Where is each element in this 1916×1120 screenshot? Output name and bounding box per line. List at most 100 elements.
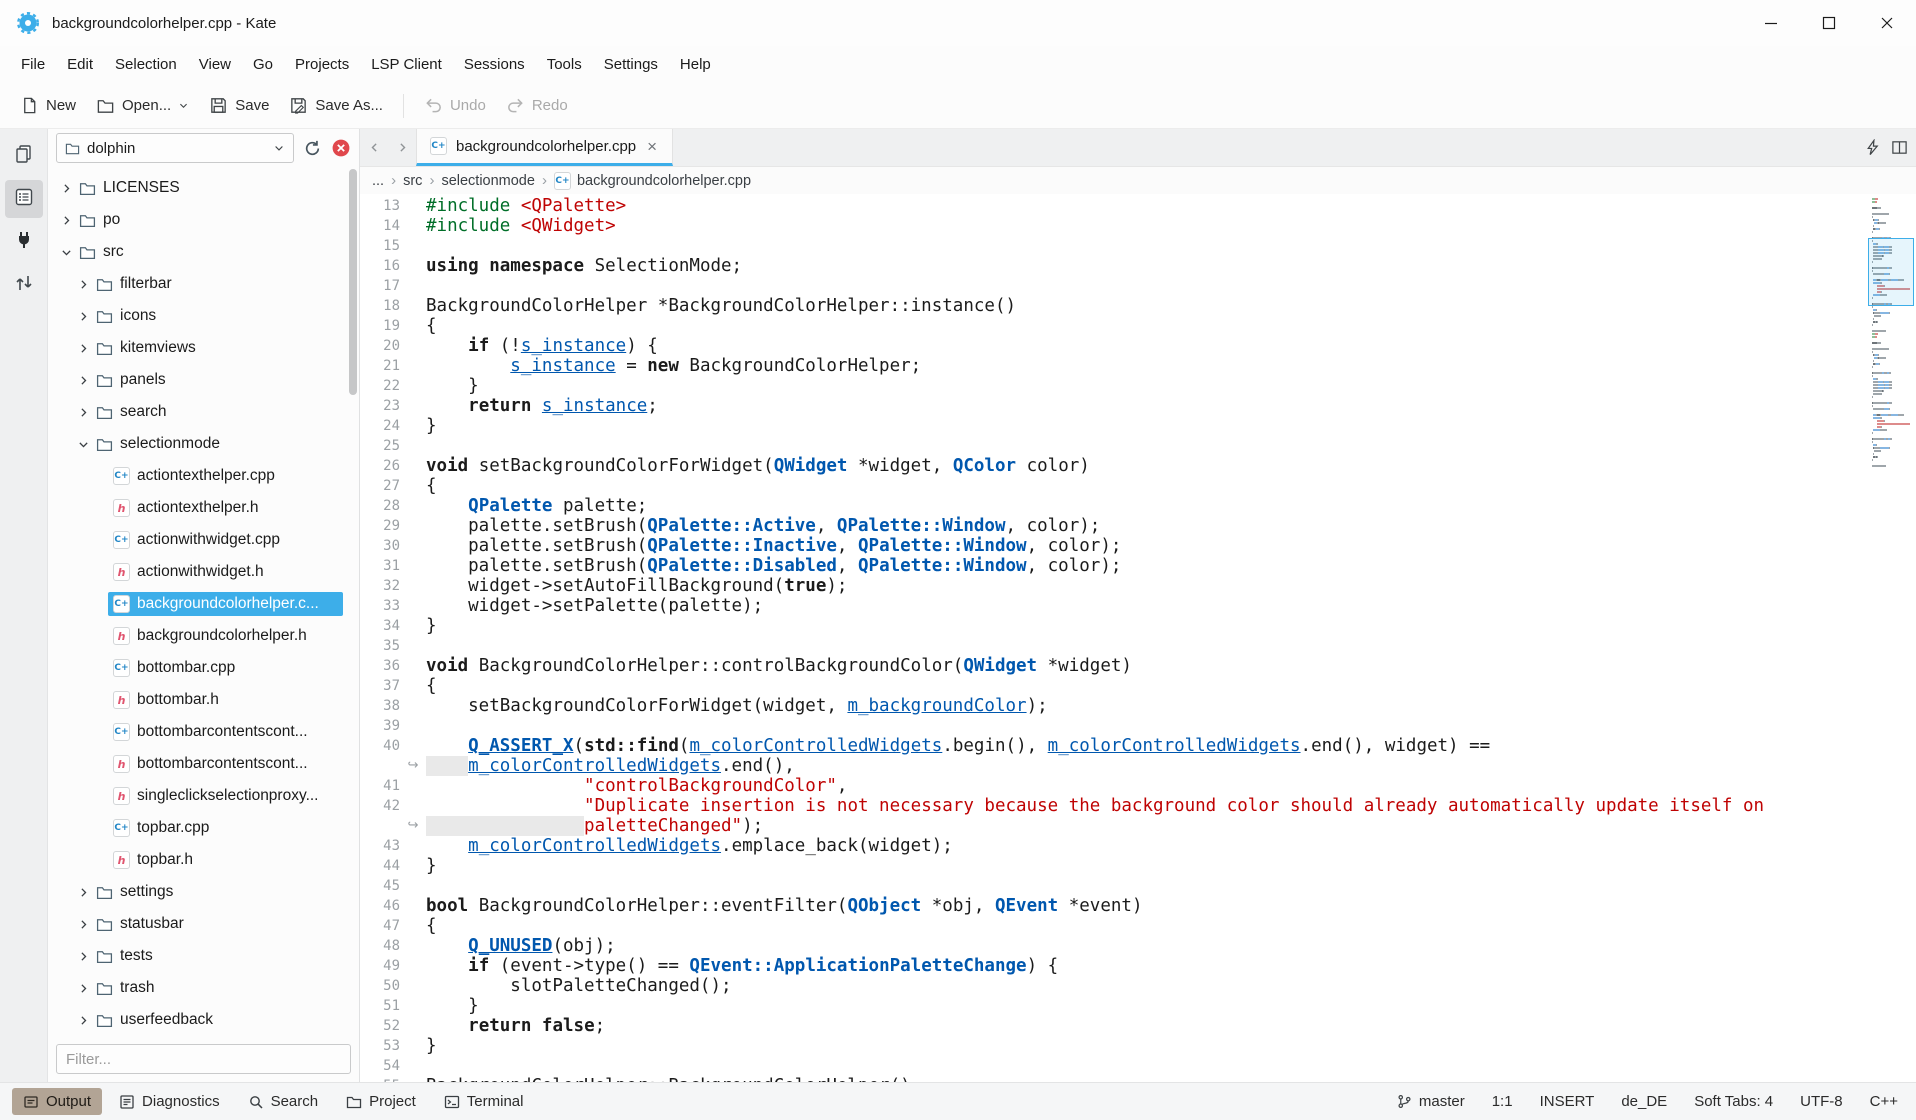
statusbar-output-button[interactable]: Output bbox=[12, 1088, 102, 1115]
tree-item[interactable]: hsingleclickselectionproxy... bbox=[48, 780, 359, 812]
code-line[interactable]: 23 return s_instance; bbox=[360, 396, 1916, 416]
tree-item[interactable]: hactionwithwidget.h bbox=[48, 556, 359, 588]
project-selector[interactable]: dolphin bbox=[56, 133, 294, 163]
menu-item-projects[interactable]: Projects bbox=[284, 50, 360, 79]
statusbar-git-branch[interactable]: master bbox=[1397, 1093, 1465, 1110]
tree-item[interactable]: filterbar bbox=[48, 268, 359, 300]
compare-tool-button[interactable] bbox=[5, 266, 43, 304]
minimize-button[interactable] bbox=[1742, 0, 1800, 46]
code-line[interactable]: 45 bbox=[360, 876, 1916, 896]
breadcrumb-item[interactable]: src bbox=[403, 173, 422, 189]
code-line[interactable]: 18BackgroundColorHelper *BackgroundColor… bbox=[360, 296, 1916, 316]
tree-item[interactable]: userfeedback bbox=[48, 1004, 359, 1036]
menu-item-go[interactable]: Go bbox=[242, 50, 284, 79]
code-line[interactable]: 38 setBackgroundColorForWidget(widget, m… bbox=[360, 696, 1916, 716]
close-button[interactable] bbox=[1858, 0, 1916, 46]
code-line[interactable]: 44} bbox=[360, 856, 1916, 876]
close-project-button[interactable] bbox=[331, 138, 351, 158]
split-view-button[interactable] bbox=[1891, 139, 1908, 156]
code-line[interactable]: 21 s_instance = new BackgroundColorHelpe… bbox=[360, 356, 1916, 376]
code-line[interactable]: 42 "Duplicate insertion is not necessary… bbox=[360, 796, 1916, 816]
code-line[interactable]: 25 bbox=[360, 436, 1916, 456]
code-line[interactable]: 48 Q_UNUSED(obj); bbox=[360, 936, 1916, 956]
statusbar-terminal-button[interactable]: Terminal bbox=[433, 1088, 535, 1115]
tree-item[interactable]: C+actionwithwidget.cpp bbox=[48, 524, 359, 556]
new-button[interactable]: New bbox=[10, 88, 86, 123]
code-line[interactable]: 14#include <QWidget> bbox=[360, 216, 1916, 236]
code-line[interactable]: 16using namespace SelectionMode; bbox=[360, 256, 1916, 276]
tree-scrollbar[interactable] bbox=[349, 169, 357, 395]
project-tool-button[interactable] bbox=[5, 180, 43, 218]
menu-item-lsp-client[interactable]: LSP Client bbox=[360, 50, 453, 79]
statusbar-cursor-position[interactable]: 1:1 bbox=[1492, 1093, 1513, 1110]
breadcrumb-item[interactable]: ... bbox=[372, 173, 384, 189]
menu-item-sessions[interactable]: Sessions bbox=[453, 50, 536, 79]
tree-item[interactable]: panels bbox=[48, 364, 359, 396]
menu-item-help[interactable]: Help bbox=[669, 50, 722, 79]
tree-item[interactable]: hbottombarcontentscont... bbox=[48, 748, 359, 780]
reload-project-button[interactable] bbox=[303, 139, 322, 158]
code-line[interactable]: 37{ bbox=[360, 676, 1916, 696]
code-line[interactable]: 31 palette.setBrush(QPalette::Disabled, … bbox=[360, 556, 1916, 576]
tree-item[interactable]: po bbox=[48, 204, 359, 236]
code-line[interactable]: 22 } bbox=[360, 376, 1916, 396]
code-line[interactable]: 32 widget->setAutoFillBackground(true); bbox=[360, 576, 1916, 596]
tree-item[interactable]: trash bbox=[48, 972, 359, 1004]
code-line[interactable]: 28 QPalette palette; bbox=[360, 496, 1916, 516]
tree-item[interactable]: settings bbox=[48, 876, 359, 908]
tree-item[interactable]: C+bottombarcontentscont... bbox=[48, 716, 359, 748]
tree-item[interactable]: LICENSES bbox=[48, 172, 359, 204]
code-line[interactable]: 49 if (event->type() == QEvent::Applicat… bbox=[360, 956, 1916, 976]
plugin-tool-button[interactable] bbox=[5, 223, 43, 261]
undo-button[interactable]: Undo bbox=[414, 88, 496, 123]
statusbar-project-button[interactable]: Project bbox=[335, 1088, 427, 1115]
statusbar-search-button[interactable]: Search bbox=[237, 1088, 330, 1115]
code-line[interactable]: 41 "controlBackgroundColor", bbox=[360, 776, 1916, 796]
tree-item[interactable]: C+topbar.cpp bbox=[48, 812, 359, 844]
menu-item-selection[interactable]: Selection bbox=[104, 50, 188, 79]
open-button[interactable]: Open... bbox=[86, 88, 199, 123]
tree-item[interactable]: kitemviews bbox=[48, 332, 359, 364]
tree-item[interactable]: search bbox=[48, 396, 359, 428]
save-button[interactable]: Save bbox=[199, 88, 279, 123]
tab-prev-button[interactable] bbox=[360, 129, 388, 166]
minimap-viewport[interactable] bbox=[1868, 238, 1914, 306]
filter-input[interactable] bbox=[56, 1044, 351, 1074]
code-line[interactable]: 19{ bbox=[360, 316, 1916, 336]
save-as-button[interactable]: Save As... bbox=[279, 88, 393, 123]
quick-open-button[interactable] bbox=[1864, 139, 1881, 156]
code-line[interactable]: 50 slotPaletteChanged(); bbox=[360, 976, 1916, 996]
tree-item[interactable]: C+bottombar.cpp bbox=[48, 652, 359, 684]
menu-item-view[interactable]: View bbox=[188, 50, 242, 79]
tab-backgroundcolorhelper[interactable]: C+ backgroundcolorhelper.cpp × bbox=[416, 129, 673, 166]
statusbar-highlight-mode[interactable]: C++ bbox=[1870, 1093, 1898, 1110]
code-line[interactable]: 29 palette.setBrush(QPalette::Active, QP… bbox=[360, 516, 1916, 536]
code-line[interactable]: 13#include <QPalette> bbox=[360, 196, 1916, 216]
code-line[interactable]: 39 bbox=[360, 716, 1916, 736]
tab-next-button[interactable] bbox=[388, 129, 416, 166]
code-line[interactable]: 54 bbox=[360, 1056, 1916, 1076]
tree-item[interactable]: tests bbox=[48, 940, 359, 972]
code-line[interactable]: 33 widget->setPalette(palette); bbox=[360, 596, 1916, 616]
code-line[interactable]: ↪m_colorControlledWidgets.end(), bbox=[360, 756, 1916, 776]
code-line[interactable]: 30 palette.setBrush(QPalette::Inactive, … bbox=[360, 536, 1916, 556]
documents-tool-button[interactable] bbox=[5, 137, 43, 175]
menu-item-edit[interactable]: Edit bbox=[56, 50, 104, 79]
tree-item[interactable]: selectionmode bbox=[48, 428, 359, 460]
code-line[interactable]: 36void BackgroundColorHelper::controlBac… bbox=[360, 656, 1916, 676]
code-line[interactable]: 26void setBackgroundColorForWidget(QWidg… bbox=[360, 456, 1916, 476]
breadcrumb-item[interactable]: selectionmode bbox=[441, 173, 535, 189]
breadcrumb-item[interactable]: C+backgroundcolorhelper.cpp bbox=[554, 172, 751, 190]
tab-close-icon[interactable]: × bbox=[645, 138, 659, 155]
code-line[interactable]: 34} bbox=[360, 616, 1916, 636]
code-line[interactable]: 53} bbox=[360, 1036, 1916, 1056]
statusbar-diagnostics-button[interactable]: Diagnostics bbox=[108, 1088, 231, 1115]
code-line[interactable]: 51 } bbox=[360, 996, 1916, 1016]
code-line[interactable]: 35 bbox=[360, 636, 1916, 656]
statusbar-tab-settings[interactable]: Soft Tabs: 4 bbox=[1694, 1093, 1773, 1110]
code-view[interactable]: 13#include <QPalette>14#include <QWidget… bbox=[360, 194, 1916, 1082]
code-line[interactable]: ↪paletteChanged"); bbox=[360, 816, 1916, 836]
tree-item[interactable]: icons bbox=[48, 300, 359, 332]
statusbar-encoding[interactable]: UTF-8 bbox=[1800, 1093, 1843, 1110]
code-line[interactable]: 52 return false; bbox=[360, 1016, 1916, 1036]
